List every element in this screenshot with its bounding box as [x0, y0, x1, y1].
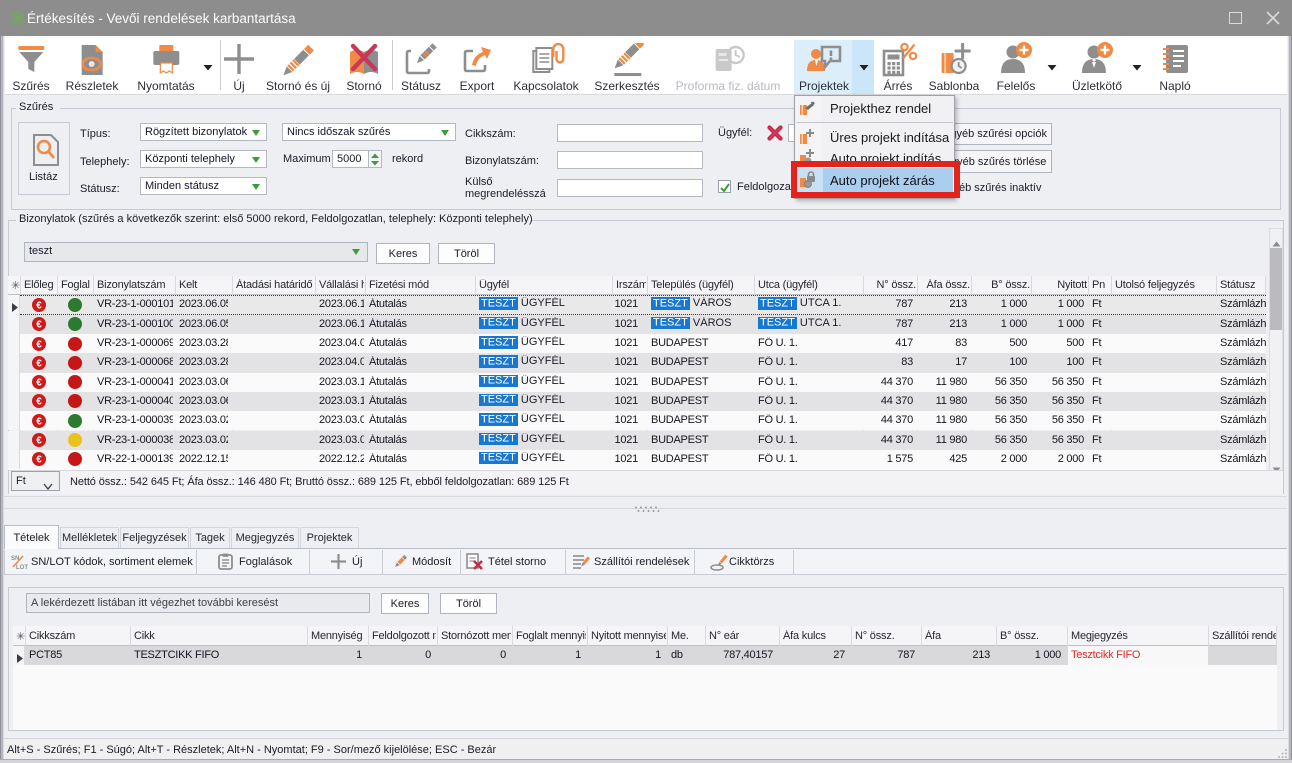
svg-text:€: € — [36, 397, 42, 408]
svg-text:€: € — [36, 358, 42, 369]
svg-text:€: € — [36, 416, 42, 427]
svg-text:€: € — [36, 339, 42, 350]
svg-text:€: € — [36, 455, 42, 466]
svg-text:€: € — [36, 436, 42, 447]
svg-text:LOT: LOT — [16, 565, 28, 571]
svg-text:€: € — [36, 320, 42, 331]
svg-text:€: € — [36, 378, 42, 389]
